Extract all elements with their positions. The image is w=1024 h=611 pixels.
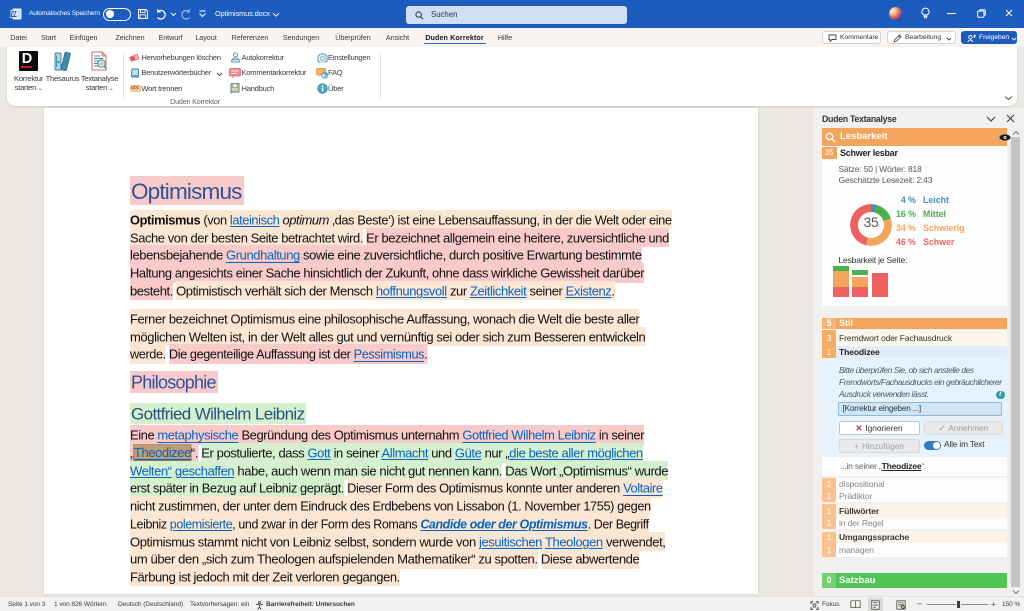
svg-text:W: W: [11, 11, 18, 18]
svg-text:?: ?: [324, 73, 328, 79]
